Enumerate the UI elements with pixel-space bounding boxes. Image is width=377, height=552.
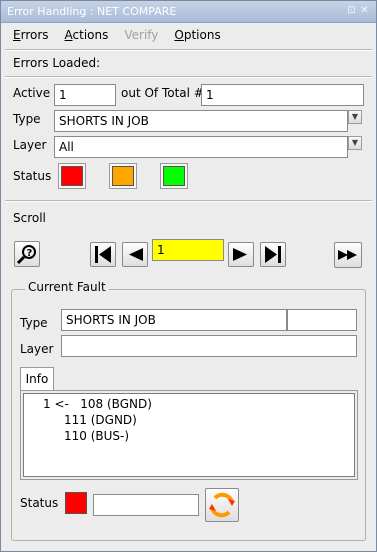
fault-type-label: Type bbox=[20, 316, 48, 330]
layer-dropdown-arrow-icon[interactable]: ▼ bbox=[348, 136, 362, 150]
menu-separator bbox=[5, 49, 372, 51]
window-title: Error Handling : NET COMPARE bbox=[7, 5, 177, 18]
status-orange-swatch bbox=[112, 166, 134, 186]
menu-verify[interactable]: Verify bbox=[124, 28, 158, 42]
previous-button[interactable] bbox=[122, 242, 148, 267]
menu-options[interactable]: Options bbox=[174, 28, 220, 42]
info-list[interactable]: 1 <- 108 (BGND) 111 (DGND) 110 (BUS-) bbox=[23, 393, 355, 477]
tab-info[interactable]: Info bbox=[20, 367, 54, 391]
status-separator bbox=[5, 200, 372, 202]
header-separator bbox=[5, 76, 372, 78]
info-line: 110 (BUS-) bbox=[64, 429, 130, 443]
previous-icon bbox=[129, 248, 143, 261]
menu-errors[interactable]: Errors bbox=[13, 28, 49, 42]
help-query-icon: ? bbox=[16, 245, 36, 265]
active-label: Active bbox=[13, 86, 51, 100]
svg-text:?: ? bbox=[27, 248, 33, 259]
next-icon bbox=[233, 248, 247, 261]
current-fault-title: Current Fault bbox=[25, 280, 109, 294]
next-button[interactable] bbox=[228, 242, 254, 267]
last-icon bbox=[265, 246, 281, 263]
type-label: Type bbox=[13, 112, 41, 126]
fault-type-field: SHORTS IN JOB bbox=[61, 309, 287, 331]
title-buttons: ⊡ ✕ bbox=[346, 5, 370, 16]
status-label: Status bbox=[13, 169, 52, 183]
first-button[interactable] bbox=[90, 242, 116, 267]
help-query-button[interactable]: ? bbox=[14, 241, 40, 267]
type-dropdown-arrow-icon[interactable]: ▼ bbox=[348, 110, 362, 124]
total-field: 1 bbox=[201, 84, 364, 106]
errors-loaded-label: Errors Loaded: bbox=[13, 56, 101, 70]
layer-select[interactable]: All bbox=[54, 136, 348, 158]
last-button[interactable] bbox=[260, 242, 286, 267]
info-line: 1 <- 108 (BGND) bbox=[43, 397, 152, 411]
scroll-label: Scroll bbox=[13, 211, 46, 225]
close-icon[interactable]: ✕ bbox=[359, 5, 370, 16]
fault-layer-label: Layer bbox=[20, 342, 54, 356]
menu-actions[interactable]: Actions bbox=[65, 28, 109, 42]
layer-label: Layer bbox=[13, 138, 47, 152]
fault-layer-field bbox=[61, 335, 357, 357]
info-line: 111 (DGND) bbox=[64, 413, 137, 427]
type-select[interactable]: SHORTS IN JOB bbox=[54, 110, 348, 132]
total-label: out Of Total # bbox=[121, 86, 204, 100]
status-green-toggle[interactable] bbox=[160, 163, 188, 189]
refresh-button[interactable] bbox=[205, 488, 239, 522]
status-orange-toggle[interactable] bbox=[109, 163, 137, 189]
first-icon bbox=[95, 246, 111, 263]
fast-forward-button[interactable] bbox=[334, 242, 362, 268]
menu-bar: Errors Actions Verify Options bbox=[13, 28, 237, 42]
fault-type-extra-field bbox=[287, 309, 357, 331]
status-green-swatch bbox=[163, 166, 185, 186]
fast-forward-icon bbox=[338, 250, 357, 260]
refresh-cycle-icon bbox=[209, 492, 235, 518]
status-red-toggle[interactable] bbox=[58, 163, 86, 189]
current-index-field[interactable]: 1 bbox=[152, 239, 224, 261]
error-handling-window: Error Handling : NET COMPARE ⊡ ✕ Errors … bbox=[0, 0, 377, 552]
fault-status-label: Status bbox=[20, 496, 59, 510]
title-bar: Error Handling : NET COMPARE ⊡ ✕ bbox=[1, 1, 376, 23]
active-field[interactable]: 1 bbox=[54, 84, 116, 106]
status-red-swatch bbox=[61, 166, 83, 186]
fault-status-swatch bbox=[65, 492, 87, 514]
restore-icon[interactable]: ⊡ bbox=[346, 5, 357, 16]
fault-status-field[interactable] bbox=[93, 494, 199, 516]
